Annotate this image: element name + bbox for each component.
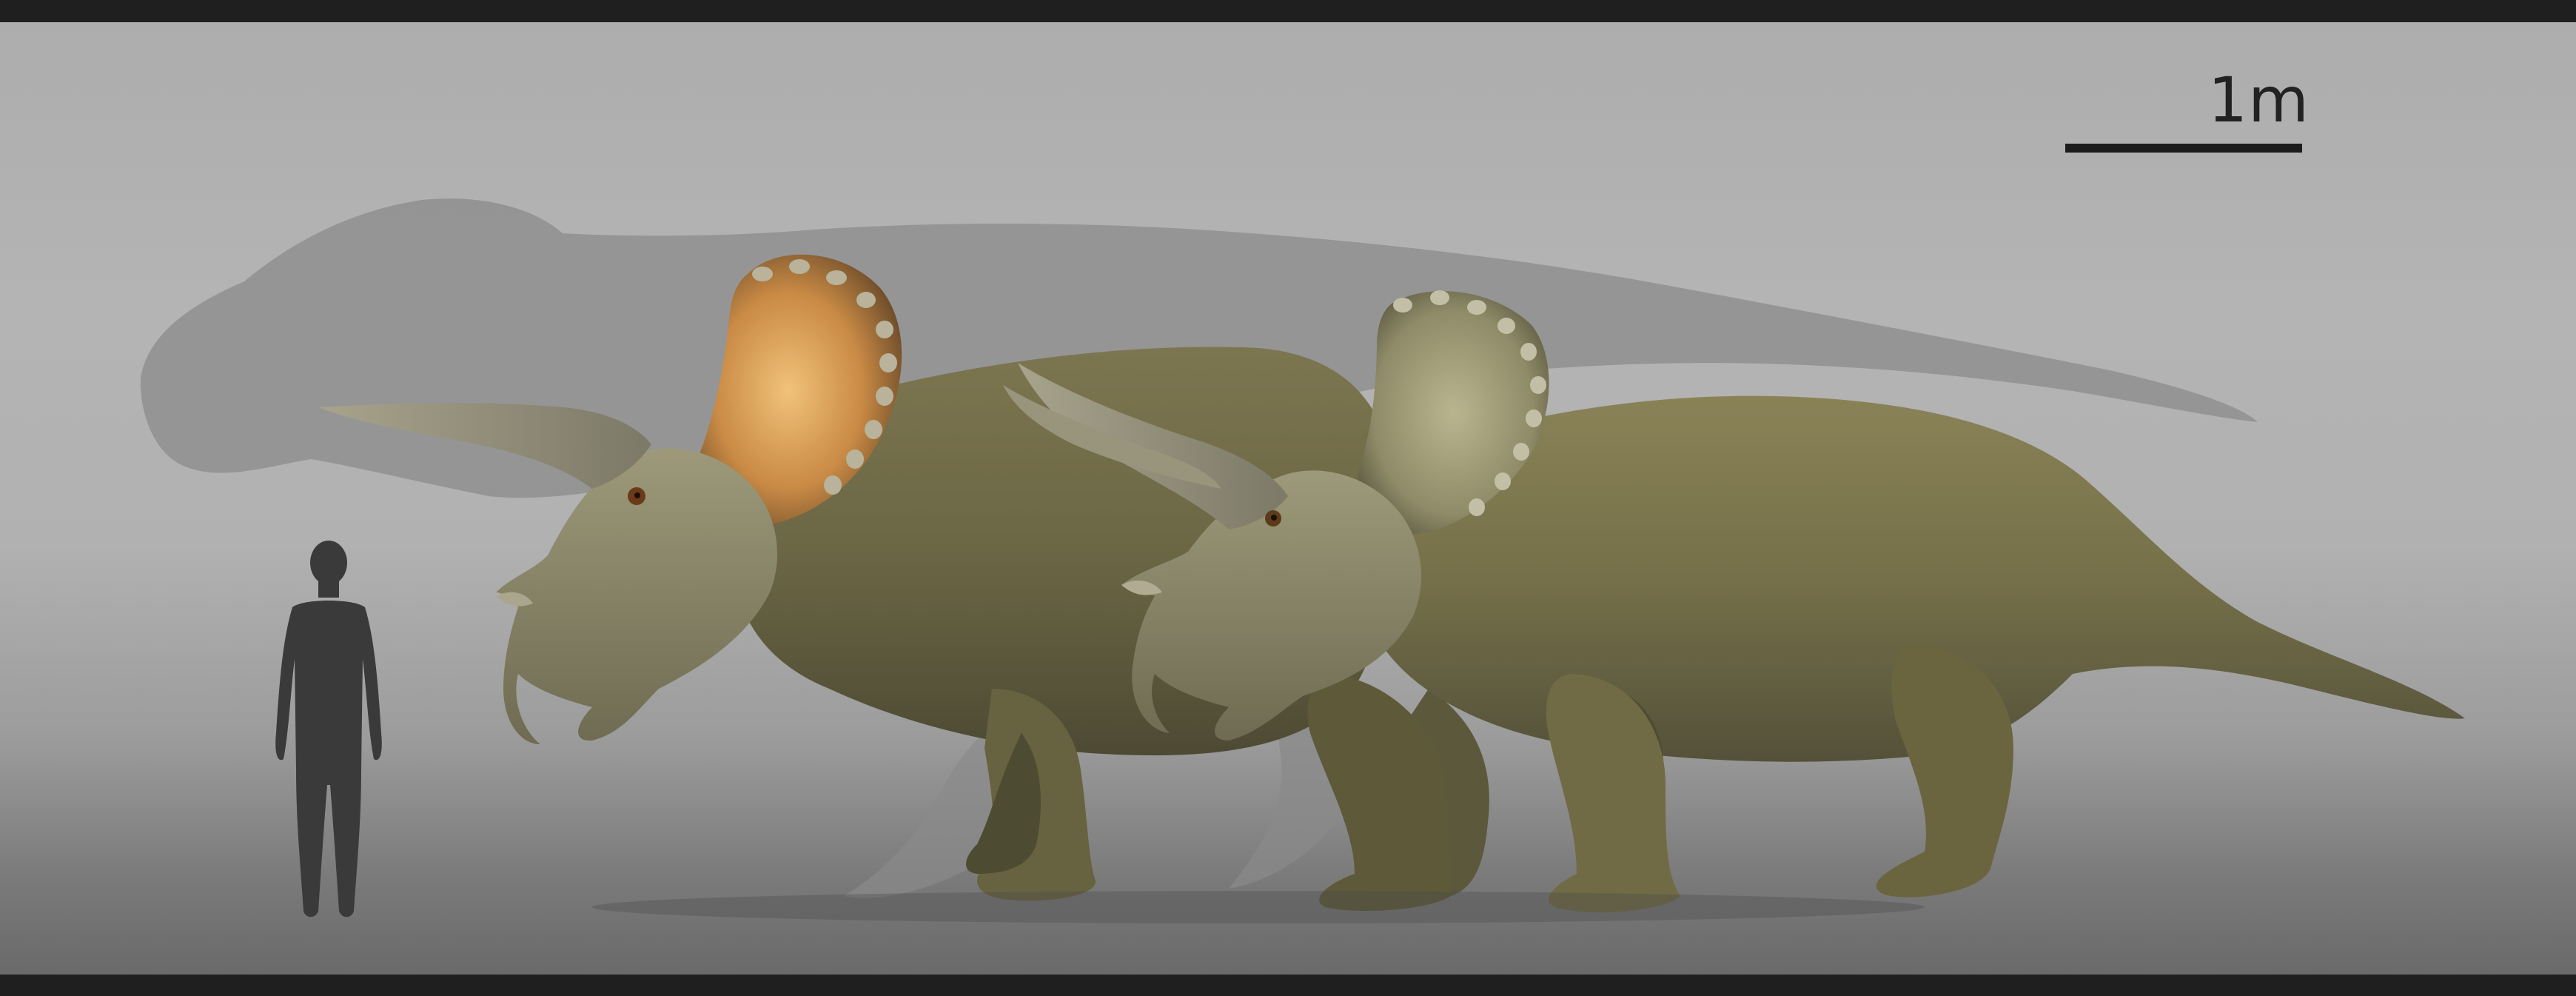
scale-bar <box>2065 144 2302 153</box>
image-frame: 1m <box>0 0 2576 996</box>
triceratops-right-pupil <box>1271 515 1277 521</box>
human-silhouette <box>275 541 382 918</box>
comparison-canvas: 1m <box>0 22 2576 975</box>
ground-shadow <box>592 891 1925 923</box>
scale-label: 1m <box>2207 64 2310 136</box>
scene-illustration <box>140 198 2465 923</box>
triceratops-left-pupil <box>634 492 640 498</box>
